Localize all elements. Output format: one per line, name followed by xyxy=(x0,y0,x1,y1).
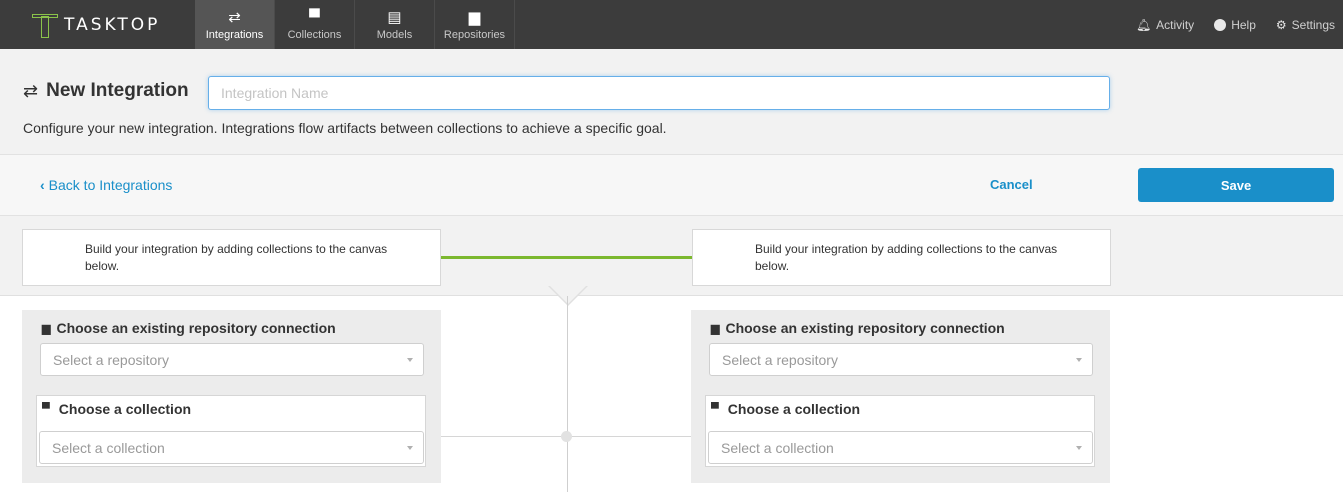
save-button[interactable]: Save xyxy=(1138,168,1334,202)
page-title: ⇄ New Integration xyxy=(23,80,189,102)
page-title-text: New Integration xyxy=(46,80,189,101)
archive-box-icon: ▀ xyxy=(711,403,719,415)
nav-right-links: 🔔︎ Activity ? Help ⚙ Settings xyxy=(1136,0,1343,49)
repository-select[interactable]: Select a repository xyxy=(709,343,1093,376)
question-circle-icon: ? xyxy=(1214,18,1227,32)
collection-title: ▀ Choose a collection xyxy=(711,401,860,417)
back-link-label: Back to Integrations xyxy=(48,177,173,193)
caret-down-icon xyxy=(1076,446,1082,450)
flow-junction-dot xyxy=(561,431,572,442)
collection-title-text: Choose a collection xyxy=(727,401,861,417)
nav-tab-repositories[interactable]: ▆ Repositories xyxy=(435,0,515,49)
database-icon: ▆ xyxy=(711,322,720,335)
repository-select-placeholder: Select a repository xyxy=(722,351,838,368)
collection-select-placeholder: Select a collection xyxy=(721,439,834,456)
repo-connection-title-text: Choose an existing repository connection xyxy=(725,320,1005,336)
document-icon: ▤ xyxy=(387,8,402,26)
collection-box: ▀ Choose a collection Select a collectio… xyxy=(36,395,426,467)
canvas-vertical-line xyxy=(567,296,568,492)
collection-select[interactable]: Select a collection xyxy=(708,431,1093,464)
repo-connection-title: ▆ Choose an existing repository connecti… xyxy=(711,320,1005,336)
canvas-notch-inner xyxy=(550,286,586,304)
collection-select[interactable]: Select a collection xyxy=(39,431,424,464)
arrows-exchange-icon: ⇄ xyxy=(23,80,39,101)
nav-link-activity[interactable]: 🔔︎ Activity xyxy=(1136,18,1194,32)
repository-select-placeholder: Select a repository xyxy=(53,351,169,368)
nav-tab-integrations[interactable]: ⇄ Integrations xyxy=(195,0,275,49)
back-to-integrations-link[interactable]: ‹ Back to Integrations xyxy=(40,177,172,193)
canvas-hint-left: Build your integration by adding collect… xyxy=(22,229,441,286)
tasktop-logo[interactable]: TASKTOP xyxy=(32,10,160,40)
main-nav-tabs: ⇄ Integrations ▀ Collections ▤ Models ▆ … xyxy=(195,0,515,49)
nav-tab-models[interactable]: ▤ Models xyxy=(355,0,435,49)
cancel-button[interactable]: Cancel xyxy=(990,177,1033,192)
integration-name-input[interactable] xyxy=(208,76,1110,110)
repo-connection-title-text: Choose an existing repository connection xyxy=(56,320,336,336)
logo-text: TASKTOP xyxy=(64,15,161,35)
arrows-exchange-icon: ⇄ xyxy=(228,8,241,26)
nav-tab-label: Models xyxy=(376,28,413,41)
nav-tab-label: Repositories xyxy=(443,28,506,41)
repository-select[interactable]: Select a repository xyxy=(40,343,424,376)
canvas-hint-right: Build your integration by adding collect… xyxy=(692,229,1111,286)
repo-connection-title: ▆ Choose an existing repository connecti… xyxy=(42,320,336,336)
left-collection-panel: ▆ Choose an existing repository connecti… xyxy=(22,310,441,483)
nav-tab-label: Collections xyxy=(287,28,342,41)
database-icon: ▆ xyxy=(468,8,481,26)
page-description: Configure your new integration. Integrat… xyxy=(23,120,667,136)
database-icon: ▆ xyxy=(42,322,51,335)
gear-icon: ⚙ xyxy=(1275,17,1287,32)
archive-box-icon: ▀ xyxy=(309,8,320,26)
nav-link-help[interactable]: ? Help xyxy=(1214,18,1256,32)
nav-link-label: Help xyxy=(1231,17,1256,32)
caret-down-icon xyxy=(407,358,413,362)
caret-down-icon xyxy=(407,446,413,450)
nav-link-settings[interactable]: ⚙ Settings xyxy=(1276,18,1335,32)
page-header: ⇄ New Integration Configure your new int… xyxy=(0,49,1343,155)
nav-tab-label: Integrations xyxy=(205,28,264,41)
collection-box: ▀ Choose a collection Select a collectio… xyxy=(705,395,1095,467)
collection-title-text: Choose a collection xyxy=(58,401,192,417)
nav-tab-collections[interactable]: ▀ Collections xyxy=(275,0,355,49)
collection-title: ▀ Choose a collection xyxy=(42,401,191,417)
nav-link-label: Settings xyxy=(1291,17,1335,32)
right-collection-panel: ▆ Choose an existing repository connecti… xyxy=(691,310,1110,483)
chevron-left-icon: ‹ xyxy=(40,177,45,193)
bell-icon: 🔔︎ xyxy=(1135,17,1152,32)
archive-box-icon: ▀ xyxy=(42,403,50,415)
action-bar: ‹ Back to Integrations Cancel Save xyxy=(0,155,1343,216)
caret-down-icon xyxy=(1076,358,1082,362)
nav-link-label: Activity xyxy=(1156,17,1195,32)
logo-mark-icon xyxy=(32,10,62,40)
top-navbar: TASKTOP ⇄ Integrations ▀ Collections ▤ M… xyxy=(0,0,1343,49)
integration-connector-line xyxy=(441,256,692,259)
collection-select-placeholder: Select a collection xyxy=(52,439,165,456)
